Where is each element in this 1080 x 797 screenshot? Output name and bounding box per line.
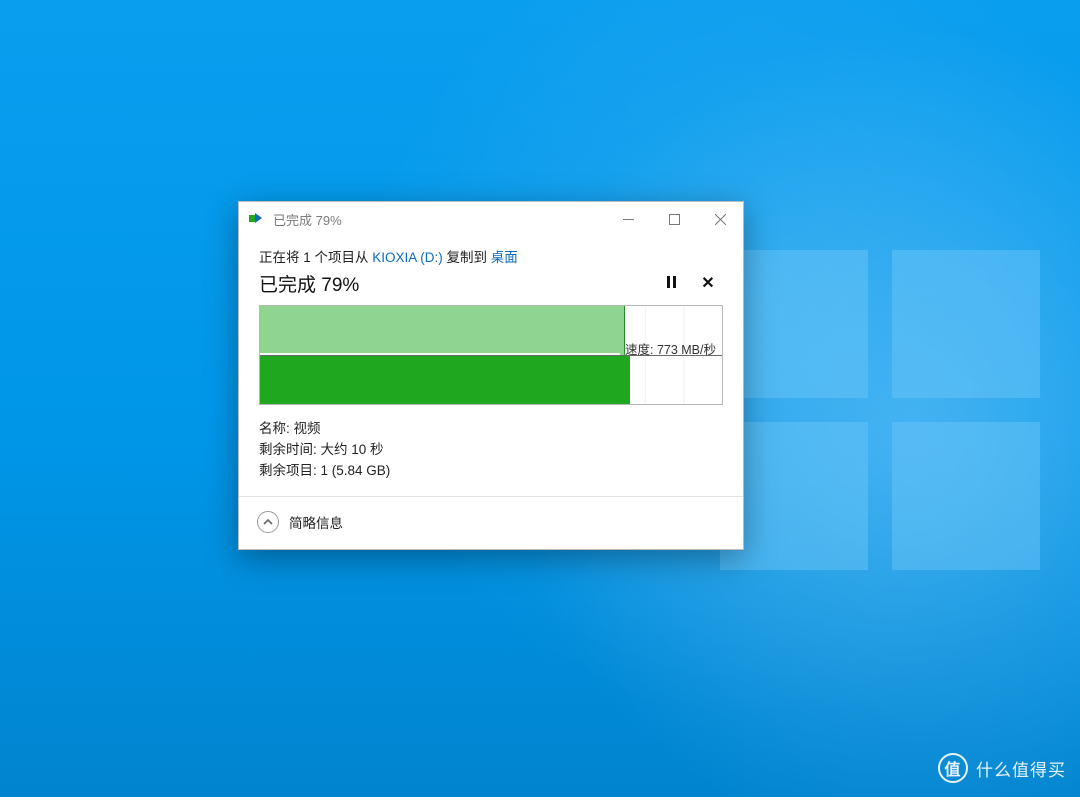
copy-description: 正在将 1 个项目从 KIOXIA (D:) 复制到 桌面 [259, 246, 723, 266]
transfer-details: 名称: 视频 剩余时间: 大约 10 秒 剩余项目: 1 (5.84 GB) [259, 419, 723, 482]
pause-icon [667, 275, 670, 293]
progress-row: 已完成 79% ✕ [259, 270, 723, 297]
time-label: 剩余时间: [259, 442, 321, 457]
windows-logo-icon [720, 250, 1040, 570]
dialog-body: 正在将 1 个项目从 KIOXIA (D:) 复制到 桌面 已完成 79% ✕ … [239, 236, 743, 482]
detail-time: 剩余时间: 大约 10 秒 [259, 440, 723, 461]
pause-button[interactable] [659, 275, 677, 293]
name-label: 名称: [259, 421, 294, 436]
watermark-text: 什么值得买 [976, 756, 1066, 781]
file-copy-dialog: 已完成 79% 正在将 1 个项目从 KIOXIA (D:) 复制到 桌面 已完… [238, 201, 744, 550]
window-title: 已完成 79% [273, 210, 342, 229]
dialog-footer: 简略信息 [239, 496, 743, 549]
dest-link[interactable]: 桌面 [491, 250, 518, 265]
detail-remaining: 剩余项目: 1 (5.84 GB) [259, 461, 723, 482]
speed-chart[interactable]: 速度: 773 MB/秒 [259, 305, 723, 405]
watermark-badge: 值 [938, 753, 968, 783]
detail-name: 名称: 视频 [259, 419, 723, 440]
remain-label: 剩余项目: [259, 463, 321, 478]
time-value: 大约 10 秒 [321, 442, 384, 457]
watermark: 值 什么值得买 [938, 753, 1066, 783]
source-link[interactable]: KIOXIA (D:) [372, 250, 443, 265]
titlebar[interactable]: 已完成 79% [239, 202, 743, 236]
desktop-wallpaper: 已完成 79% 正在将 1 个项目从 KIOXIA (D:) 复制到 桌面 已完… [0, 0, 1080, 797]
toggle-details-button[interactable] [257, 511, 279, 533]
chart-lower-fill [260, 355, 630, 404]
copy-prefix: 正在将 1 个项目从 [259, 250, 372, 265]
minimize-button[interactable] [605, 202, 651, 236]
copy-mid: 复制到 [443, 250, 491, 265]
remain-value: 1 (5.84 GB) [321, 463, 391, 478]
close-button[interactable] [697, 202, 743, 236]
chevron-up-icon [263, 517, 273, 527]
window-buttons [605, 202, 743, 236]
chart-upper-fill [260, 306, 625, 355]
speed-label: 速度: 773 MB/秒 [625, 339, 716, 358]
progress-title: 已完成 79% [259, 270, 359, 297]
progress-controls: ✕ [659, 275, 723, 293]
cancel-button[interactable]: ✕ [699, 275, 717, 293]
name-value: 视频 [294, 421, 321, 436]
copy-app-icon [249, 213, 265, 225]
toggle-details-label[interactable]: 简略信息 [289, 512, 343, 532]
maximize-button[interactable] [651, 202, 697, 236]
